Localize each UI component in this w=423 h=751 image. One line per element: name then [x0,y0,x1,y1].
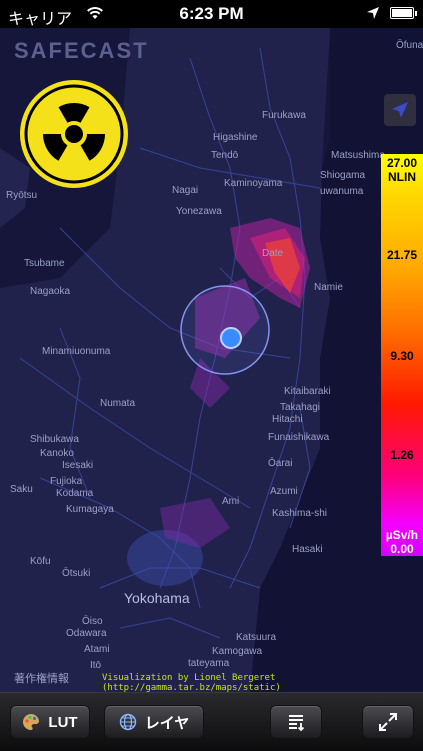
legend-value: 1.26 [390,448,414,462]
place-label: Matsushima [331,150,385,161]
place-label: Isesaki [62,460,94,471]
place-label: Katsuura [236,632,277,643]
layers-label: レイヤ [144,714,190,732]
safecast-logo: SAFECAST [14,38,149,63]
legend-min: 0.00 [390,542,414,556]
place-label: Kaminoyama [224,178,283,189]
lut-label: LUT [48,713,78,731]
place-label: tateyama [188,658,230,669]
place-label: Nagaoka [30,286,71,297]
place-label: Fujioka [50,476,83,487]
place-label: Odawara [66,628,107,639]
legend-value: 21.75 [386,248,418,262]
place-label: Saku [10,484,33,495]
radiation-map[interactable]: SAFECAST Ōfuna Matsushima Shiogama uwanu… [0,28,423,692]
legend-max: 27.00 [386,156,418,170]
place-label: Namie [314,282,343,293]
place-label: uwanuma [320,186,364,197]
place-label: Ami [222,496,240,507]
location-arrow-icon [367,7,379,19]
radiation-legend: 27.00 NLIN 21.75 9.30 1.26 µSv/h 0.00 [381,154,423,556]
place-label: Nagai [172,185,199,196]
legend-scale: NLIN [388,170,416,184]
place-label: Ōiso [82,616,103,627]
place-label: Shibukawa [30,434,79,445]
place-label: Ōtsuki [62,568,91,579]
place-label: Kitaibaraki [284,386,331,397]
lut-button[interactable]: LUT [10,705,90,739]
place-label: Kashima-shi [272,508,328,519]
navigation-arrow-icon[interactable] [384,94,416,126]
place-label: Itō [90,660,102,671]
place-label: Hasaki [292,544,323,555]
place-label: Kamogawa [212,646,263,657]
bottom-toolbar: LUT レイヤ [0,692,423,751]
place-label: Shiogama [320,170,366,181]
place-label: Azumi [270,486,298,497]
place-label: Kanoko [40,448,74,459]
list-sort-icon [289,715,305,732]
place-label: Takahagi [280,402,321,413]
place-label: Funaishikawa [268,432,330,443]
place-label: Numata [100,398,136,409]
visualization-credit: Visualization by Lionel Bergeret (http:/… [102,673,281,692]
place-label: Hitachi [272,414,303,425]
place-label: Yokohama [124,590,190,606]
place-label: Kumagaya [66,504,114,515]
place-label: Date [262,248,284,259]
sort-filter-button[interactable] [270,705,322,739]
place-label: Yonezawa [176,206,222,217]
globe-icon [119,713,136,731]
place-label: Atami [84,644,110,655]
place-label: Kōfu [30,556,51,567]
place-label: Minamiuonuma [42,346,111,357]
expand-icon [379,713,397,731]
place-label: Ōfuna [396,40,423,51]
place-label: Ōarai [268,458,293,469]
place-label: Tsubame [24,258,65,269]
fullscreen-button[interactable] [362,705,414,739]
palette-icon [23,713,40,730]
legend-value: 9.30 [390,349,414,363]
place-label: Kodama [56,488,94,499]
place-label: Ryōtsu [6,190,38,201]
place-label: Tendō [211,150,239,161]
status-bar: キャリア 6:23 PM [0,0,423,28]
radiation-icon[interactable] [18,78,130,190]
place-label: Higashine [213,132,258,143]
battery-icon [390,7,417,19]
status-time: 6:23 PM [179,4,244,23]
legend-unit: µSv/h [385,528,419,542]
copyright-link[interactable]: 著作権情報 [14,670,69,686]
layers-button[interactable]: レイヤ [104,705,204,739]
place-label: Furukawa [262,110,306,121]
